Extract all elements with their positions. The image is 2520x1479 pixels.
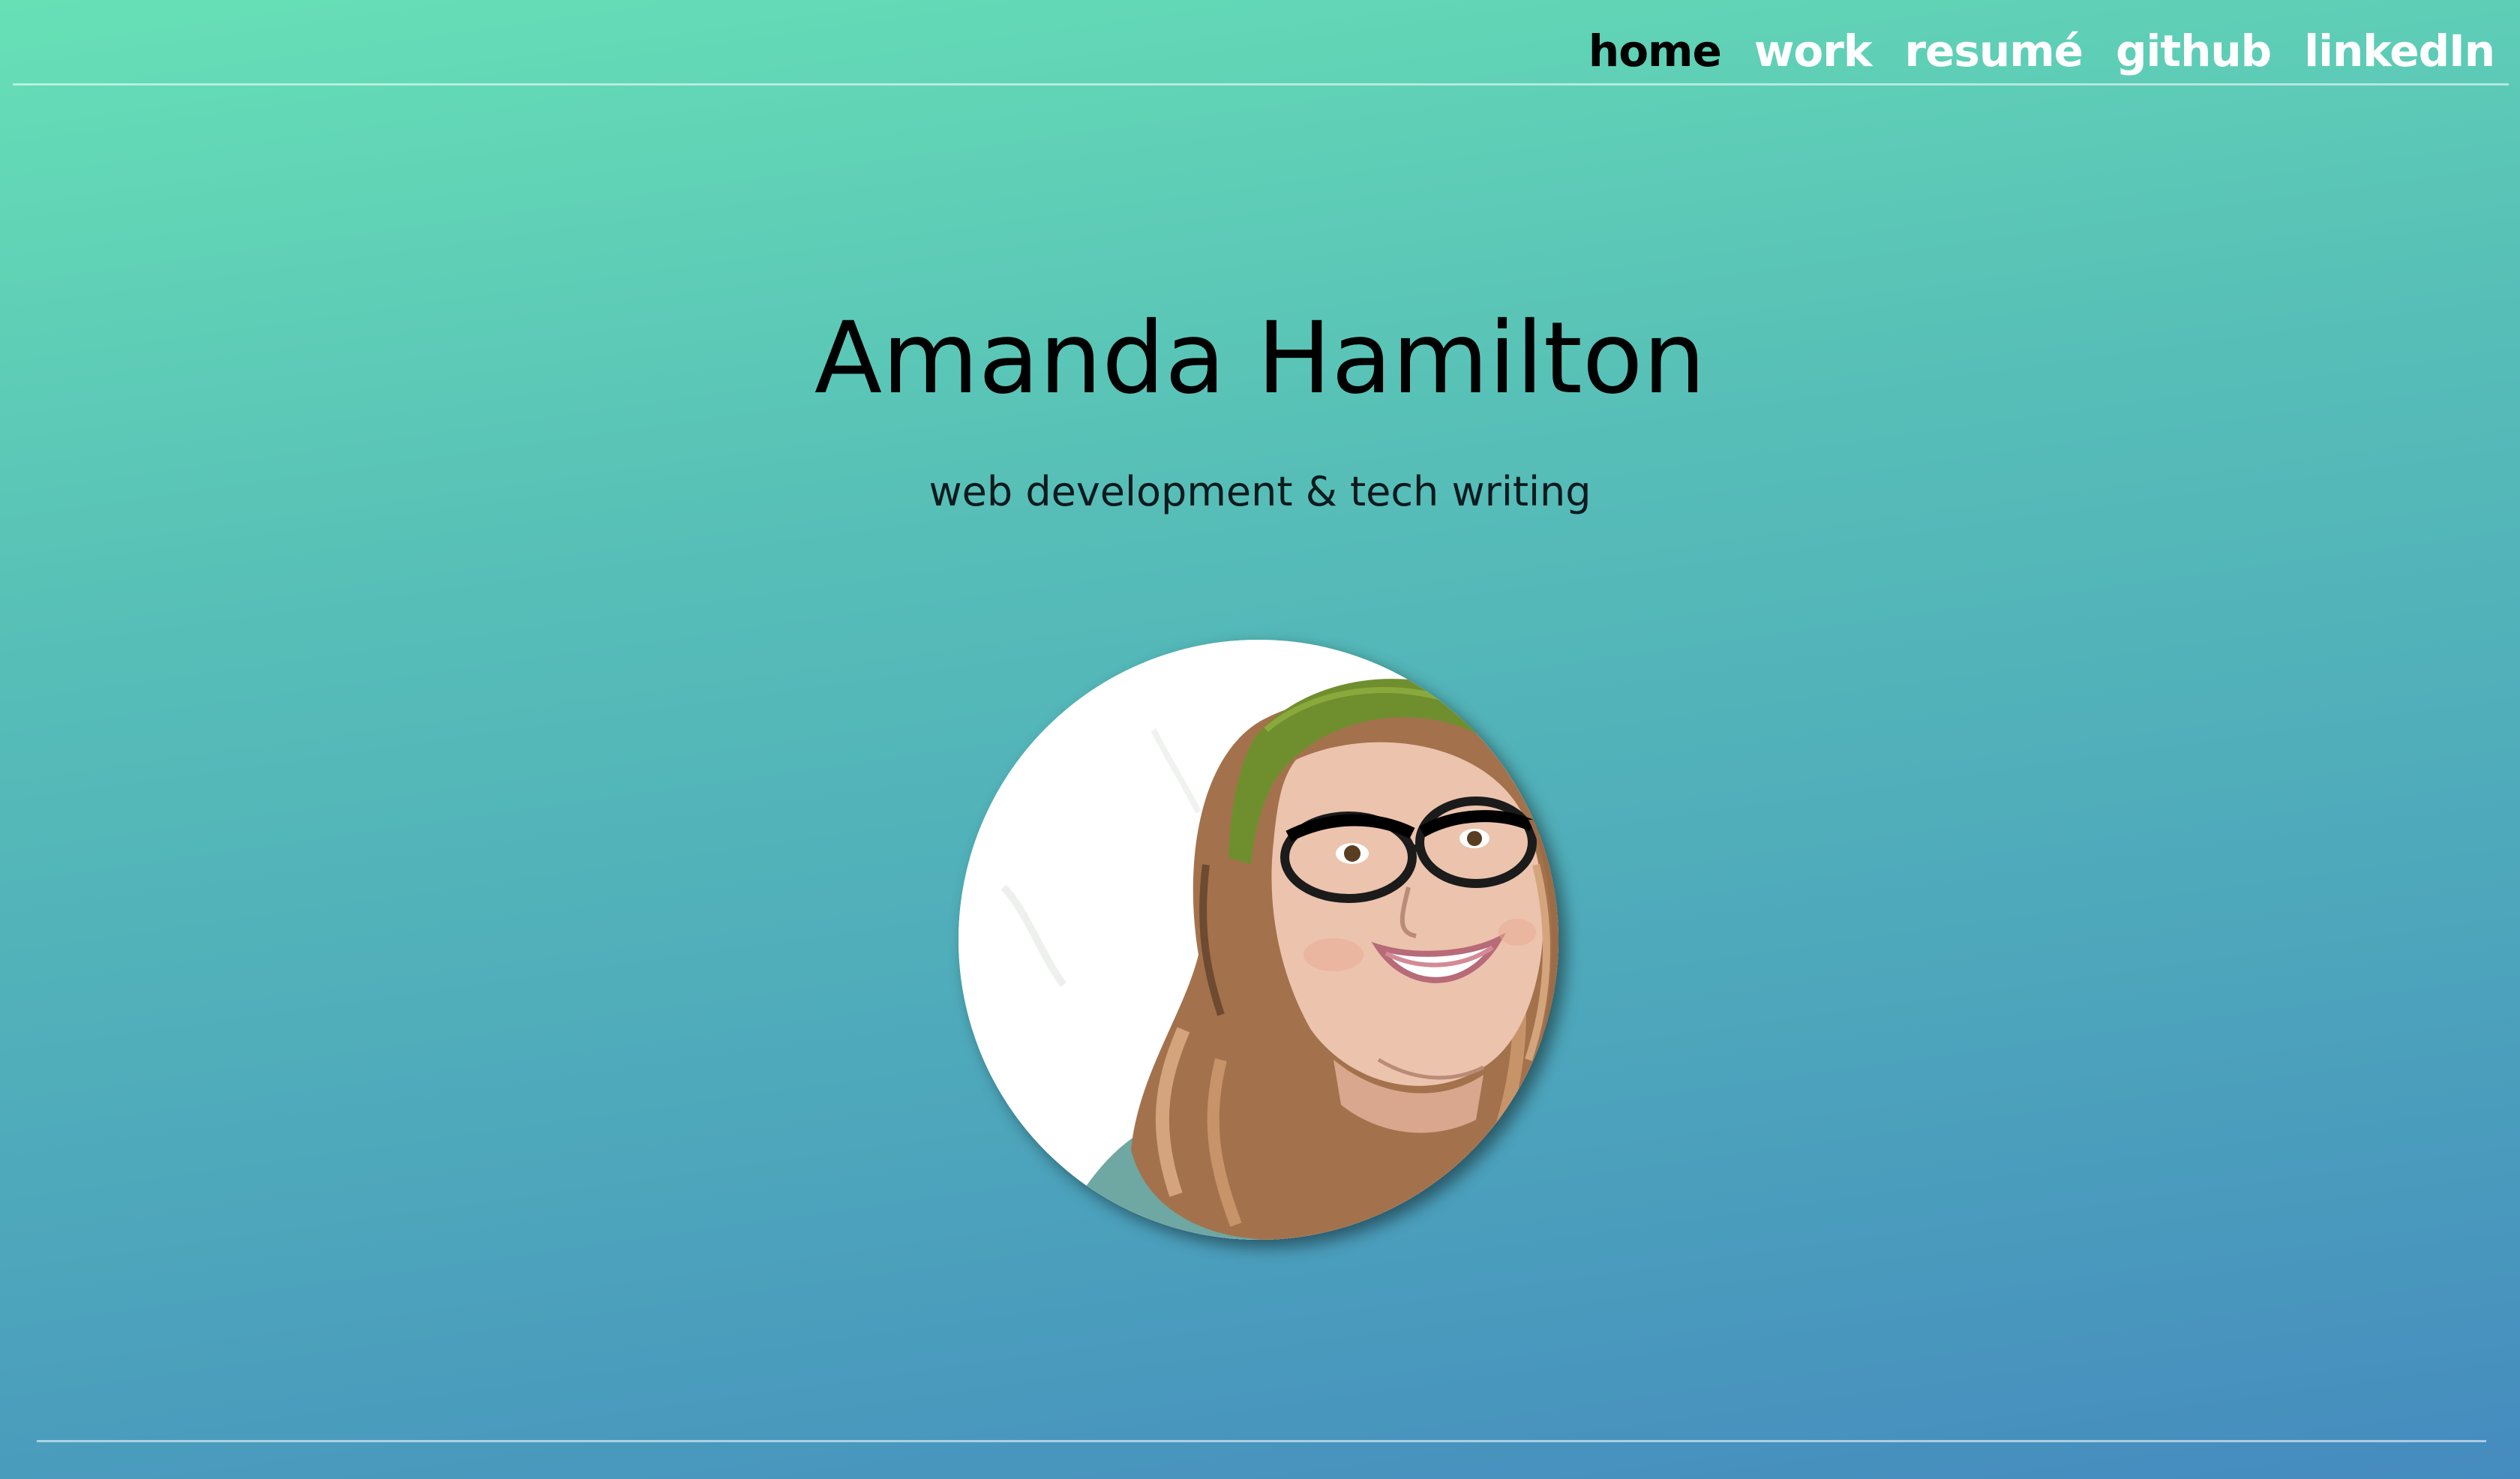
nav-link-resume[interactable]: resumé: [1904, 22, 2084, 80]
nav-link-work[interactable]: work: [1754, 22, 1873, 80]
nav-link-linkedin[interactable]: linkedIn: [2304, 22, 2495, 80]
top-navigation: home work resumé github linkedIn: [0, 0, 2520, 84]
avatar: [958, 640, 1558, 1240]
portrait-illustration-icon: [958, 640, 1558, 1240]
footer-divider: [37, 1440, 2486, 1442]
nav-link-github[interactable]: github: [2116, 22, 2272, 80]
nav-links: home work resumé github linkedIn: [1588, 22, 2495, 80]
tagline: web development & tech writing: [928, 468, 1592, 515]
header-divider: [13, 83, 2509, 86]
hero-section: Amanda Hamilton web development & tech w…: [0, 285, 2520, 522]
nav-link-home[interactable]: home: [1588, 22, 1722, 80]
page-title: Amanda Hamilton: [814, 301, 1706, 416]
